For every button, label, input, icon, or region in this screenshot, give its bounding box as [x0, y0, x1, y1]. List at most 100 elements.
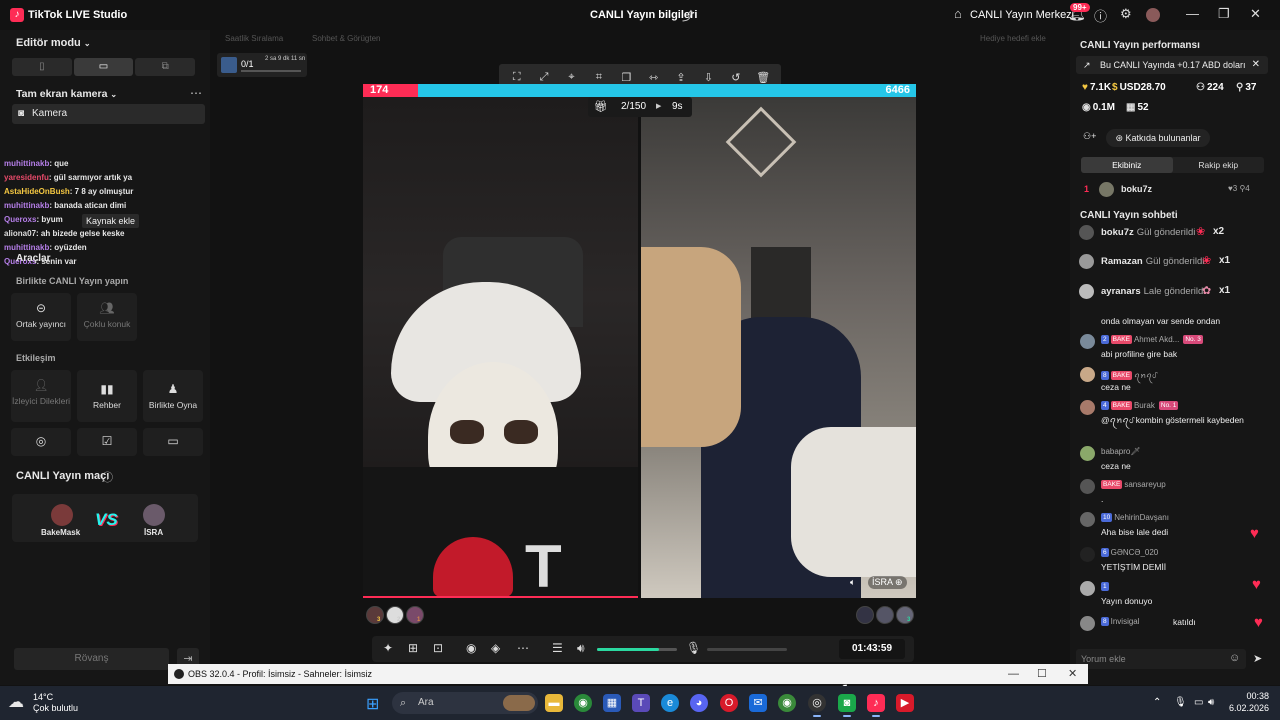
profile-avatar[interactable]: [1146, 8, 1160, 22]
mic-slider[interactable]: [707, 648, 787, 651]
edge-icon[interactable]: e: [661, 694, 679, 712]
microphone-icon[interactable]: 🎙︎: [686, 641, 701, 655]
microphone-icon[interactable]: 🎙︎: [1174, 697, 1187, 708]
add-source-icon[interactable]: ⊞: [408, 641, 418, 655]
chat-username[interactable]: Ahmet Akd...: [1134, 335, 1179, 344]
add-source-tooltip[interactable]: Kaynak ekle: [82, 214, 140, 228]
obs-taskbar-icon[interactable]: ◎: [808, 694, 826, 712]
close-icon[interactable]: ✕: [1252, 56, 1260, 74]
contributor-row[interactable]: 1 boku7z ♥3 ⚲4: [1080, 182, 1270, 198]
viewer-avatar[interactable]: [386, 606, 404, 624]
crop-icon[interactable]: ⌗: [590, 71, 608, 84]
chat-username[interactable]: sansareyup: [1124, 480, 1165, 489]
volume-icon[interactable]: 🔊︎: [1208, 697, 1214, 708]
help-icon[interactable]: ⓘ: [102, 469, 113, 485]
discord-icon[interactable]: ◕: [690, 694, 708, 712]
store-icon[interactable]: ▦: [603, 694, 621, 712]
avatar[interactable]: [1080, 581, 1095, 596]
weather-condition[interactable]: Çok bulutlu: [33, 703, 78, 713]
copy-icon[interactable]: ❐: [617, 71, 635, 84]
record-icon[interactable]: ◉: [466, 641, 476, 655]
tiktok-taskbar-icon[interactable]: ♪: [867, 694, 885, 712]
performance-banner[interactable]: ↗ Bu CANLI Yayında +0.17 ABD doları ✕: [1076, 56, 1268, 74]
chat-username[interactable]: GƏNCƏ_020: [1111, 548, 1159, 557]
viewer-avatar[interactable]: [876, 606, 894, 624]
obs-window-titlebar[interactable]: OBS 32.0.4 - Profil: İsimsiz - Sahneler:…: [168, 664, 1088, 684]
hourly-ranking-label[interactable]: Saatlik Sıralama: [225, 34, 283, 43]
viewer-avatar[interactable]: [856, 606, 874, 624]
live-preview[interactable]: 174 6466 T: [363, 84, 916, 598]
chat-username[interactable]: Invisigal: [1111, 617, 1140, 626]
multi-guest-button[interactable]: 👥︎ Çoklu konuk: [77, 293, 137, 341]
maximize-icon[interactable]: ☐: [1037, 664, 1047, 684]
contributors-button[interactable]: ⊛ Katkıda bulunanlar: [1106, 129, 1210, 147]
guest-name-tag[interactable]: İSRA ⊕: [868, 576, 907, 589]
windows-start-icon[interactable]: ⊞: [366, 694, 379, 714]
play-together-button[interactable]: ♟ Birlikte Oyna: [143, 370, 203, 422]
goal-widget[interactable]: 0/1 2 sa 9 dk 11 sn: [217, 53, 307, 77]
taskbar-search[interactable]: ⌕ Ara: [392, 692, 538, 714]
avatar[interactable]: [1080, 334, 1095, 349]
fullscreen-icon[interactable]: ⛶: [508, 71, 526, 84]
send-icon[interactable]: ➤: [1253, 652, 1262, 665]
live-center-link[interactable]: CANLI Yayın Merkezi: [970, 9, 1074, 21]
viewer-wishes-button[interactable]: 👤︎ İzleyici Dilekleri: [11, 370, 71, 422]
emoji-icon[interactable]: ☺: [1229, 652, 1240, 664]
minimize-icon[interactable]: —: [1008, 664, 1019, 684]
camera-toggle-icon[interactable]: ◈: [491, 641, 500, 655]
editor-mode-dropdown[interactable]: Editör modu ⌄: [16, 37, 91, 49]
avatar[interactable]: [1080, 446, 1095, 461]
minimize-icon[interactable]: —: [1186, 6, 1199, 21]
chrome-icon[interactable]: ◉: [574, 694, 592, 712]
opera-icon[interactable]: O: [720, 694, 738, 712]
tab-our-team[interactable]: Ekibiniz: [1081, 157, 1173, 173]
more-icon[interactable]: ⋯: [517, 641, 529, 655]
magic-effects-icon[interactable]: ✦: [383, 641, 393, 655]
weather-temperature[interactable]: 14°C: [33, 692, 53, 702]
spotify-app-icon[interactable]: ◙: [838, 694, 856, 712]
user-add-icon[interactable]: ⚇+: [1083, 131, 1096, 142]
co-host-button[interactable]: ⊝ Ortak yayıncı: [11, 293, 71, 341]
gift-goal-label[interactable]: Hediye hedefi ekle: [980, 34, 1046, 43]
scene-dropdown[interactable]: Tam ekran kamera ⌄: [16, 88, 117, 100]
chevron-up-icon[interactable]: ⌃: [1153, 697, 1161, 708]
camera-source-item[interactable]: ◙ Kamera: [12, 104, 205, 124]
rotate-icon[interactable]: ↺: [727, 71, 745, 84]
avatar[interactable]: [1080, 367, 1095, 382]
mail-icon[interactable]: ✉: [749, 694, 767, 712]
layer-up-icon[interactable]: ⇪: [672, 71, 690, 84]
tool-more-2[interactable]: ☑: [77, 428, 137, 456]
comment-input[interactable]: Yorum ekle: [1076, 649, 1246, 669]
tool-more-1[interactable]: ◎: [11, 428, 71, 456]
settings-sliders-icon[interactable]: ☰: [552, 641, 563, 655]
taskbar-time[interactable]: 00:38: [1229, 691, 1269, 701]
tab-rival-team[interactable]: Rakip ekip: [1173, 157, 1265, 173]
volume-slider[interactable]: [597, 648, 677, 651]
avatar[interactable]: [1080, 547, 1095, 562]
viewer-avatar[interactable]: [366, 606, 384, 624]
avatar[interactable]: [1080, 479, 1095, 494]
share-icon[interactable]: ⤴: [682, 7, 694, 24]
speaker-icon[interactable]: 🔊︎: [577, 641, 585, 656]
portrait-tab[interactable]: ▯: [12, 58, 72, 76]
fit-icon[interactable]: ⤢: [535, 71, 553, 84]
viewer-avatar[interactable]: [406, 606, 424, 624]
speaker-icon[interactable]: 🔈︎: [850, 577, 855, 588]
tool-more-3[interactable]: ▭: [143, 428, 203, 456]
avatar[interactable]: [1080, 400, 1095, 415]
maximize-icon[interactable]: ❐: [1218, 6, 1230, 22]
more-options-icon[interactable]: ⋯: [190, 86, 202, 100]
viewer-avatar[interactable]: [896, 606, 914, 624]
teams-icon[interactable]: T: [632, 694, 650, 712]
layer-down-icon[interactable]: ⇩: [699, 71, 717, 84]
help-icon[interactable]: ⓘ: [1094, 6, 1107, 25]
close-icon[interactable]: ✕: [1068, 664, 1077, 684]
chat-username[interactable]: ꪖꪀꪖᦔ: [1134, 371, 1156, 380]
youtube-icon[interactable]: ▶: [896, 694, 914, 712]
trash-icon[interactable]: 🗑︎: [754, 71, 772, 84]
revenge-button[interactable]: Rövanş: [14, 648, 169, 670]
landscape-tab[interactable]: ▭: [73, 58, 134, 76]
guide-button[interactable]: ▮▮ Rehber: [77, 370, 137, 422]
taskbar-date[interactable]: 6.02.2026: [1219, 703, 1269, 713]
close-icon[interactable]: ✕: [1250, 6, 1261, 22]
